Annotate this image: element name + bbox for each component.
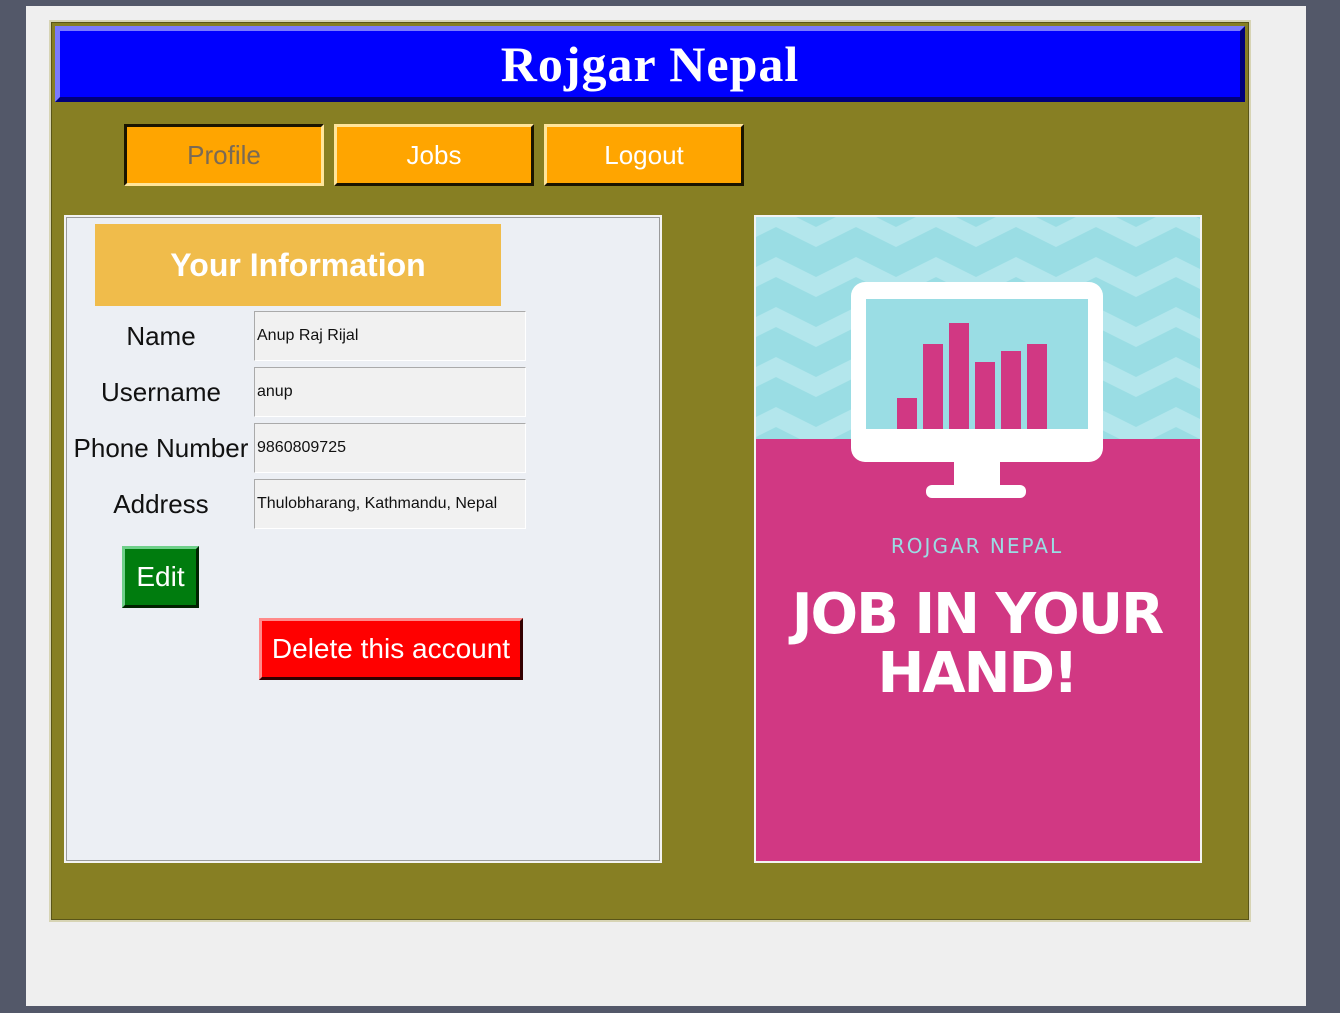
poster-brand-text: ROJGAR NEPAL xyxy=(891,534,1063,558)
name-field[interactable]: Anup Raj Rijal xyxy=(254,311,526,361)
nav-logout-button[interactable]: Logout xyxy=(544,124,744,186)
app-title: Rojgar Nepal xyxy=(500,36,800,92)
main-frame: Rojgar Nepal Profile Jobs Logout Your In… xyxy=(49,20,1251,922)
phone-number-label: Phone Number xyxy=(73,433,249,463)
poster-headline-line1: JOB IN YOUR xyxy=(788,582,1163,647)
username-label: Username xyxy=(101,377,221,407)
app-window: Rojgar Nepal Profile Jobs Logout Your In… xyxy=(26,6,1306,1006)
address-label: Address xyxy=(113,489,209,519)
address-field[interactable]: Thulobharang, Kathmandu, Nepal xyxy=(254,479,526,529)
information-heading: Your Information xyxy=(95,224,501,306)
nav-profile-button[interactable]: Profile xyxy=(124,124,324,186)
promo-poster: ROJGAR NEPAL JOB IN YOUR HAND! xyxy=(754,215,1202,863)
phone-number-field[interactable]: 9860809725 xyxy=(254,423,526,473)
poster-graphic: ROJGAR NEPAL JOB IN YOUR HAND! xyxy=(756,217,1200,861)
name-label: Name xyxy=(126,321,196,351)
title-bar: Rojgar Nepal xyxy=(55,26,1245,102)
edit-button[interactable]: Edit xyxy=(122,546,199,608)
username-field[interactable]: anup xyxy=(254,367,526,417)
delete-account-button[interactable]: Delete this account xyxy=(259,618,523,680)
user-information-panel: Your Information Name Anup Raj Rijal Use… xyxy=(64,215,662,863)
poster-headline-line2: HAND! xyxy=(877,641,1076,706)
nav-jobs-button[interactable]: Jobs xyxy=(334,124,534,186)
